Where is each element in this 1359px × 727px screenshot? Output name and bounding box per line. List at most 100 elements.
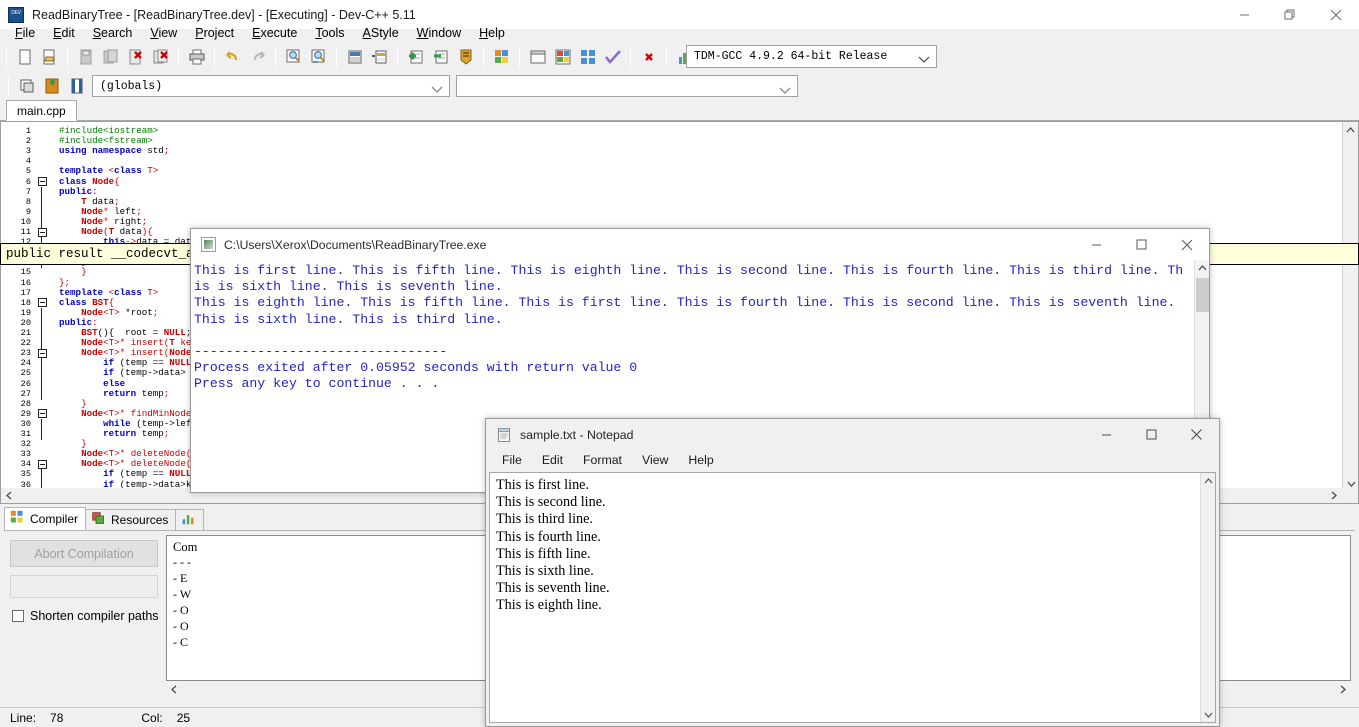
scroll-up-icon[interactable] — [1195, 260, 1209, 276]
find-icon[interactable] — [281, 45, 306, 69]
console-minimize-button[interactable] — [1074, 229, 1119, 260]
project-options-icon[interactable] — [453, 45, 478, 69]
abort-compilation-button[interactable]: Abort Compilation — [10, 540, 158, 567]
menu-item-project[interactable]: Project — [186, 24, 243, 42]
editor-fold-toggle[interactable] — [38, 177, 47, 186]
menu-item-view[interactable]: View — [141, 24, 186, 42]
save-file-icon[interactable] — [73, 45, 98, 69]
editor-line-number: 7 — [25, 186, 31, 197]
toolbar-separator — [519, 47, 520, 67]
compilation-progress-bar — [10, 575, 158, 598]
redo-icon[interactable] — [245, 45, 270, 69]
console-close-button[interactable] — [1164, 229, 1209, 260]
menu-item-help[interactable]: Help — [470, 24, 514, 42]
editor-line-number: 9 — [25, 206, 31, 217]
editor-line-number: 8 — [25, 196, 31, 207]
menu-item-edit[interactable]: Edit — [44, 24, 84, 42]
notepad-close-button[interactable] — [1174, 419, 1219, 450]
tab-main-cpp[interactable]: main.cpp — [6, 100, 77, 121]
resources-icon — [91, 511, 106, 529]
add-to-project-icon[interactable] — [403, 45, 428, 69]
editor-fold-gutter[interactable] — [37, 122, 55, 503]
compile-icon[interactable] — [489, 45, 514, 69]
run-icon[interactable] — [525, 45, 550, 69]
compile-log-icon — [181, 511, 196, 529]
toolbar-separator — [6, 47, 7, 67]
close-file-icon[interactable] — [123, 45, 148, 69]
scroll-left-icon[interactable] — [166, 681, 182, 697]
toolbar-separator — [397, 47, 398, 67]
notepad-menu-item-view[interactable]: View — [632, 453, 678, 467]
open-file-icon[interactable] — [37, 45, 62, 69]
insert-icon[interactable] — [14, 74, 39, 98]
goto-declaration-icon[interactable] — [64, 74, 89, 98]
remove-from-project-icon[interactable] — [428, 45, 453, 69]
menu-item-window[interactable]: Window — [408, 24, 470, 42]
notepad-window[interactable]: sample.txt - Notepad File Edit Format View H… — [485, 418, 1220, 727]
scroll-right-icon[interactable] — [1335, 681, 1351, 697]
compiler-select[interactable]: TDM-GCC 4.9.2 64-bit Release — [686, 45, 937, 68]
editor-fold-toggle[interactable] — [38, 227, 47, 237]
scroll-down-icon[interactable] — [1201, 707, 1215, 722]
goto-line-icon[interactable] — [342, 45, 367, 69]
notepad-menu-item-format[interactable]: Format — [573, 453, 632, 467]
save-all-icon[interactable] — [98, 45, 123, 69]
notepad-vertical-scrollbar[interactable] — [1200, 473, 1215, 722]
editor-line-number: 25 — [20, 368, 31, 379]
editor-line-number: 22 — [20, 338, 31, 349]
console-scrollbar-thumb[interactable] — [1196, 278, 1209, 312]
compiler-panel-tab-resources[interactable]: Resources — [85, 509, 177, 530]
stop-execution-icon[interactable] — [636, 45, 661, 69]
member-select[interactable] — [456, 75, 798, 97]
editor-fold-toggle[interactable] — [38, 459, 47, 469]
notepad-menu-item-file[interactable]: File — [492, 453, 532, 467]
toolbar-separator — [336, 47, 337, 67]
menu-item-search[interactable]: Search — [84, 24, 142, 42]
notepad-line: This is second line. — [496, 494, 606, 511]
console-maximize-button[interactable] — [1119, 229, 1164, 260]
shorten-compiler-paths-row[interactable]: Shorten compiler paths — [12, 609, 159, 623]
goto-function-icon[interactable] — [367, 45, 392, 69]
notepad-menu-item-help[interactable]: Help — [678, 453, 723, 467]
notepad-text-area[interactable]: This is first line. This is second line. T… — [489, 472, 1216, 723]
close-all-icon[interactable] — [148, 45, 173, 69]
scope-select[interactable]: (globals) — [92, 75, 450, 97]
scroll-up-icon[interactable] — [1343, 122, 1358, 138]
editor-vertical-scrollbar[interactable] — [1342, 122, 1358, 503]
editor-line-number: 16 — [20, 277, 31, 288]
syntax-check-icon[interactable] — [600, 45, 625, 69]
editor-tabstrip: main.cpp — [0, 100, 1359, 121]
toggle-breakpoint-icon[interactable] — [39, 74, 64, 98]
notepad-line: This is first line. — [496, 477, 590, 493]
rebuild-all-icon[interactable] — [575, 45, 600, 69]
editor-fold-toggle[interactable] — [38, 298, 47, 308]
menu-item-execute[interactable]: Execute — [243, 24, 306, 42]
menu-item-astyle[interactable]: AStyle — [354, 24, 408, 42]
menu-item-file[interactable]: File — [6, 24, 44, 42]
compile-and-run-icon[interactable] — [550, 45, 575, 69]
menu-item-tools[interactable]: Tools — [306, 24, 353, 42]
notepad-minimize-button[interactable] — [1084, 419, 1129, 450]
shorten-compiler-paths-checkbox[interactable] — [12, 610, 24, 622]
toolbar-separator — [178, 47, 179, 67]
editor-fold-rail — [41, 418, 42, 441]
compiler-panel-tab-compiler-label: Compiler — [30, 512, 79, 526]
compiler-panel-tab-compiler[interactable]: Compiler — [4, 507, 87, 530]
replace-icon[interactable] — [306, 45, 331, 69]
editor-fold-rail — [41, 186, 42, 228]
status-col-value: 25 — [176, 710, 191, 725]
undo-icon[interactable] — [220, 45, 245, 69]
scroll-down-icon[interactable] — [1343, 481, 1358, 487]
editor-fold-toggle[interactable] — [38, 348, 47, 358]
editor-fold-toggle[interactable] — [38, 409, 47, 419]
compiler-panel-tab-log[interactable] — [175, 509, 205, 530]
notepad-menu-item-edit[interactable]: Edit — [532, 453, 573, 467]
notepad-maximize-button[interactable] — [1129, 419, 1174, 450]
notepad-line: This is fourth line. — [496, 528, 601, 545]
scroll-right-icon[interactable] — [1326, 488, 1342, 503]
toolbar-separator — [214, 47, 215, 67]
scroll-left-icon[interactable] — [1, 488, 17, 503]
scroll-up-icon[interactable] — [1201, 473, 1215, 488]
print-icon[interactable] — [184, 45, 209, 69]
new-file-icon[interactable] — [12, 45, 37, 69]
